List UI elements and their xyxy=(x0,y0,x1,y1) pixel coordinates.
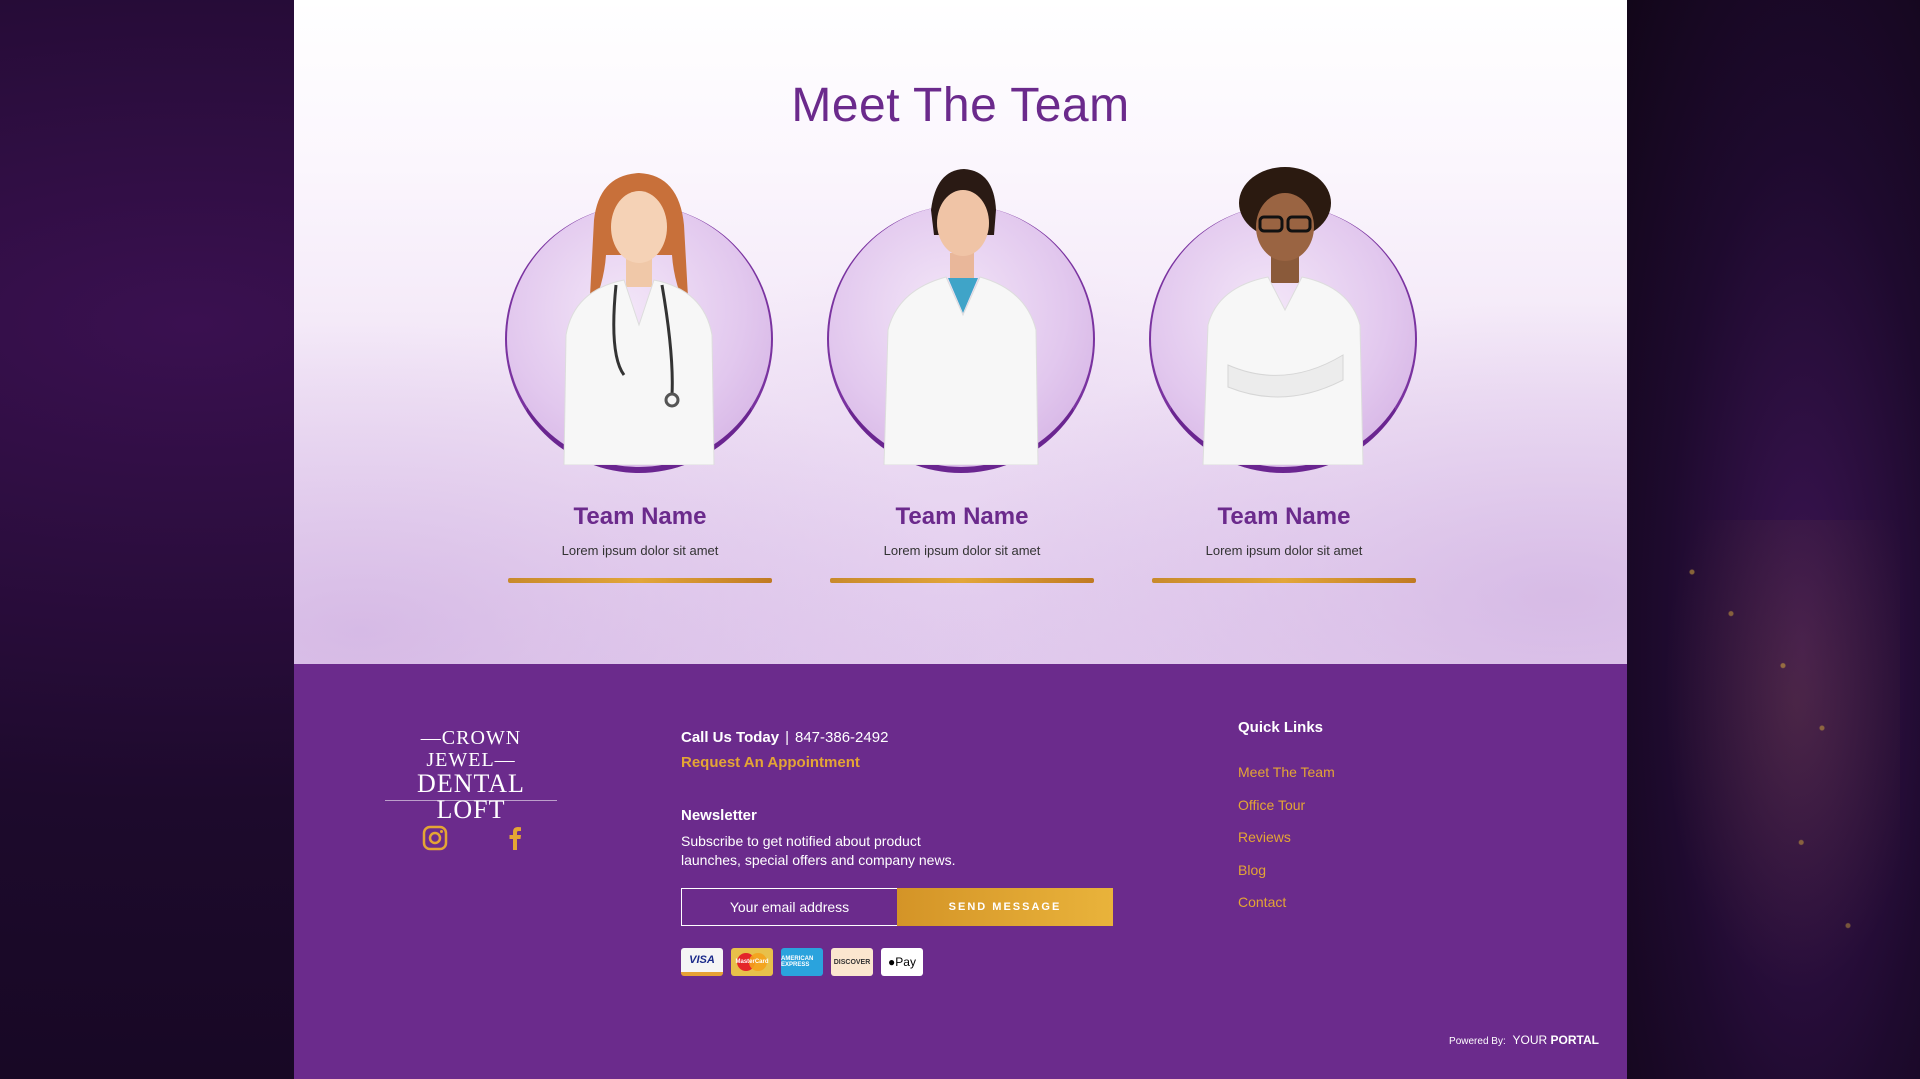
member-name: Team Name xyxy=(573,503,707,530)
amex-icon: AMERICAN EXPRESS xyxy=(781,948,823,976)
page: Meet The Team Team Name Lorem ipsum dolo… xyxy=(294,0,1627,1079)
background-right xyxy=(1626,0,1920,1079)
phone-number[interactable]: 847-386-2492 xyxy=(795,729,888,746)
team-member-photo xyxy=(883,169,1039,465)
quick-link-contact[interactable]: Contact xyxy=(1238,894,1335,927)
instagram-icon[interactable] xyxy=(421,824,449,852)
send-message-button[interactable]: SEND MESSAGE xyxy=(897,888,1113,926)
powered-brand: YOUR PORTAL xyxy=(1513,1033,1599,1047)
powered-by[interactable]: Powered By: YOUR PORTAL xyxy=(1449,1033,1599,1047)
member-divider xyxy=(830,578,1094,583)
footer: —CROWN JEWEL— DENTAL LOFT Call Us Today |… xyxy=(294,664,1627,1079)
section-title: Meet The Team xyxy=(791,79,1130,132)
powered-brand-b: PORTAL xyxy=(1550,1033,1599,1047)
team-member-photo xyxy=(563,173,715,465)
quick-links: Meet The Team Office Tour Reviews Blog C… xyxy=(1238,764,1335,927)
member-description: Lorem ipsum dolor sit amet xyxy=(1205,543,1363,558)
quick-link-reviews[interactable]: Reviews xyxy=(1238,829,1335,862)
call-us: Call Us Today | 847-386-2492 xyxy=(681,729,888,746)
logo-line-2: DENTAL LOFT xyxy=(417,769,525,824)
call-label: Call Us Today xyxy=(681,729,780,746)
newsletter-title: Newsletter xyxy=(681,807,757,824)
member-divider xyxy=(1152,578,1416,583)
member-divider xyxy=(508,578,772,583)
call-separator: | xyxy=(785,729,789,746)
quick-link-blog[interactable]: Blog xyxy=(1238,862,1335,895)
member-description: Lorem ipsum dolor sit amet xyxy=(561,543,719,558)
portrait xyxy=(827,165,1097,475)
powered-label: Powered By: xyxy=(1449,1036,1506,1047)
facebook-icon[interactable] xyxy=(501,824,529,852)
team-section: Meet The Team Team Name Lorem ipsum dolo… xyxy=(294,0,1627,664)
newsletter-description: Subscribe to get notified about product … xyxy=(681,833,956,868)
gold-dust-decoration xyxy=(1640,520,1900,1040)
team-member-card[interactable]: Team Name Lorem ipsum dolor sit amet xyxy=(505,165,775,585)
apple-pay-icon: ● Pay xyxy=(881,948,923,976)
email-input[interactable] xyxy=(681,888,897,926)
request-appointment-link[interactable]: Request An Appointment xyxy=(681,754,860,771)
member-name: Team Name xyxy=(895,503,1029,530)
apple-pay-label: Pay xyxy=(895,955,916,969)
member-description: Lorem ipsum dolor sit amet xyxy=(883,543,1041,558)
portrait xyxy=(1149,165,1419,475)
quick-links-title: Quick Links xyxy=(1238,719,1324,736)
discover-icon: DISCOVER xyxy=(831,948,873,976)
team-member-photo xyxy=(1202,167,1364,465)
member-name: Team Name xyxy=(1217,503,1351,530)
mastercard-label: MasterCard xyxy=(735,959,769,965)
team-member-card[interactable]: Team Name Lorem ipsum dolor sit amet xyxy=(827,165,1097,585)
quick-link-office-tour[interactable]: Office Tour xyxy=(1238,797,1335,830)
powered-brand-a: YOUR xyxy=(1512,1033,1548,1047)
portrait xyxy=(505,165,775,475)
apple-glyph-icon: ● xyxy=(888,955,896,969)
brand-logo[interactable]: —CROWN JEWEL— DENTAL LOFT xyxy=(385,727,557,823)
quick-link-meet-the-team[interactable]: Meet The Team xyxy=(1238,764,1335,797)
team-member-card[interactable]: Team Name Lorem ipsum dolor sit amet xyxy=(1149,165,1419,585)
visa-icon: VISA xyxy=(681,948,723,976)
logo-divider xyxy=(385,800,557,801)
logo-line-1: —CROWN JEWEL— xyxy=(420,727,522,771)
mastercard-icon: MasterCard xyxy=(731,948,773,976)
